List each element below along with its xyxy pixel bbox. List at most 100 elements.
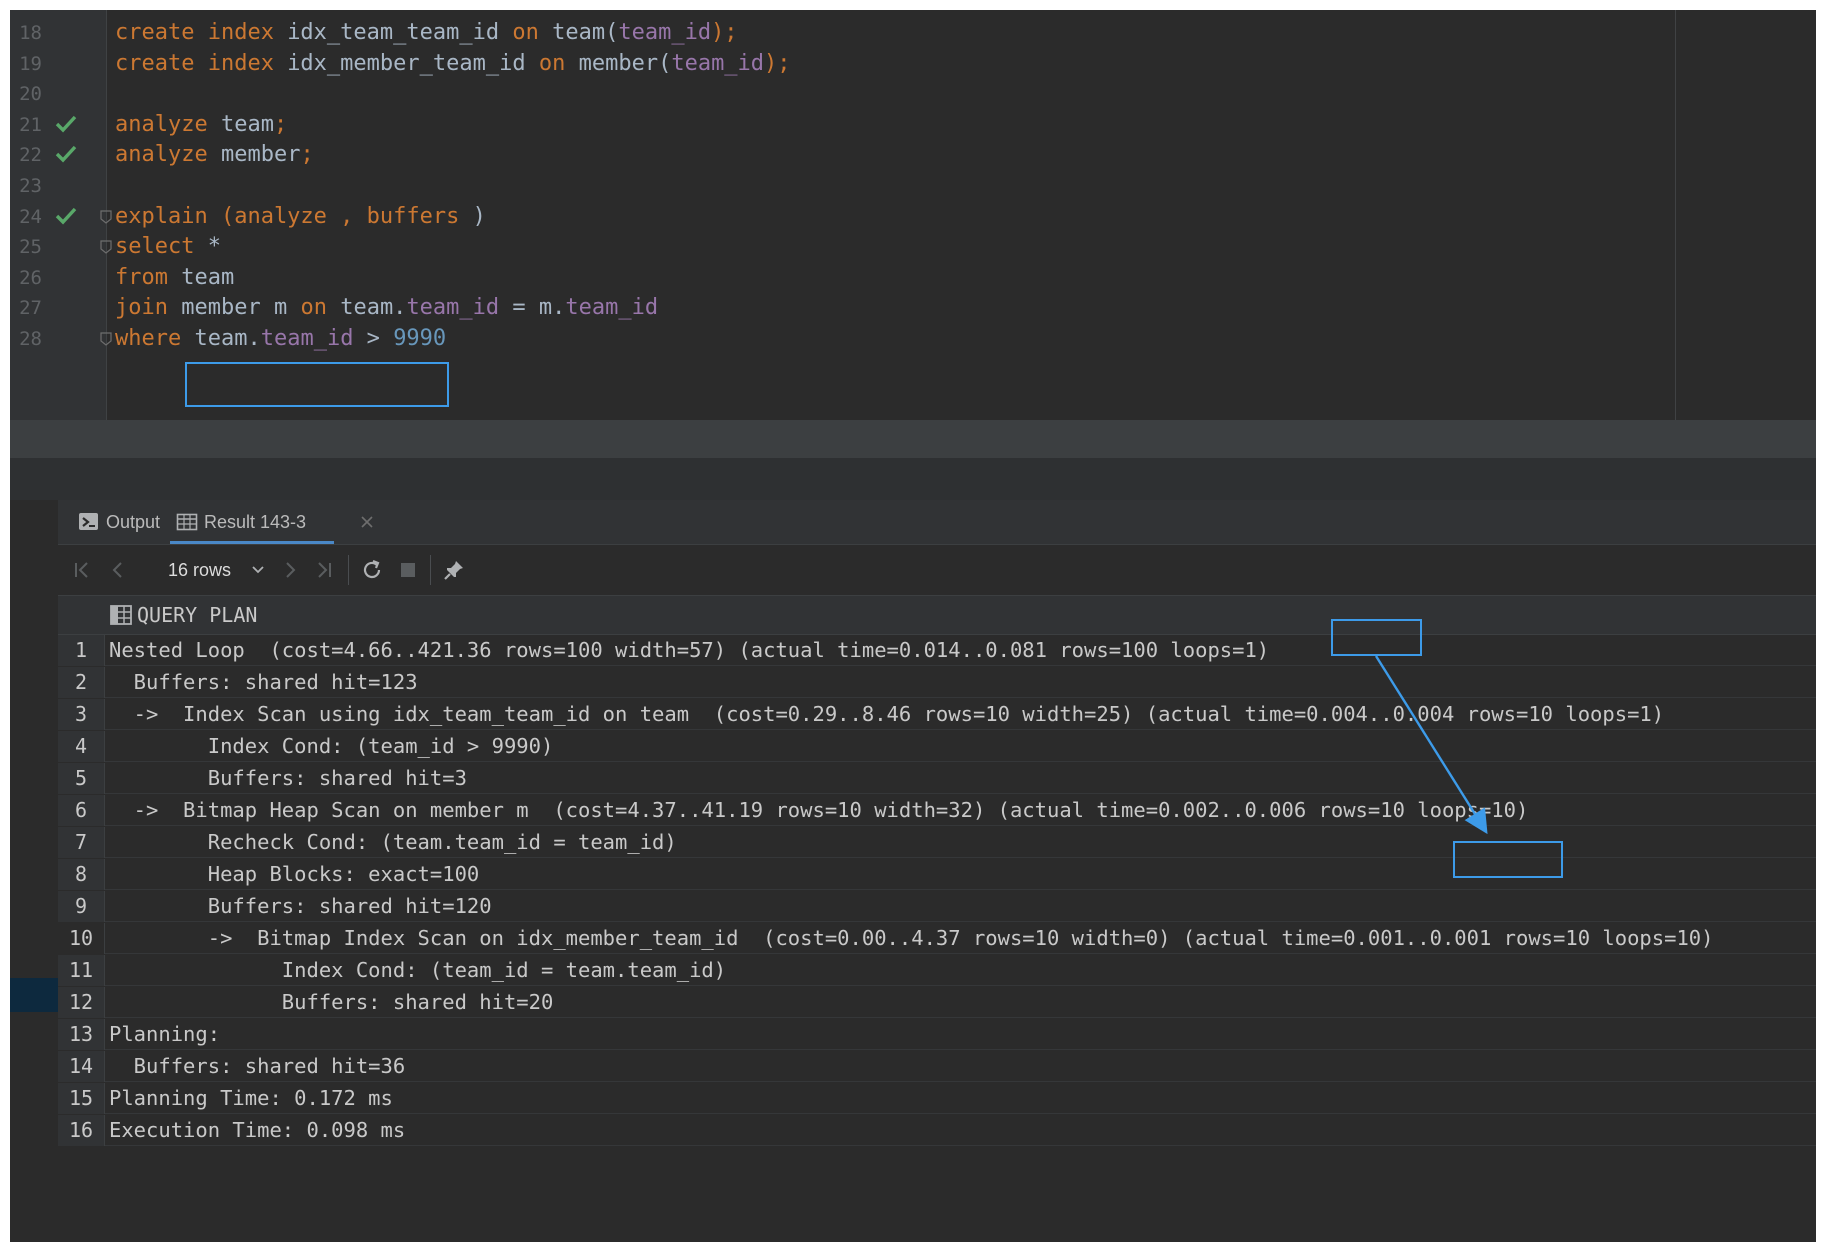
- table-row[interactable]: 6 -> Bitmap Heap Scan on member m (cost=…: [58, 795, 1816, 827]
- query-plan-cell[interactable]: -> Bitmap Index Scan on idx_member_team_…: [105, 923, 1816, 954]
- row-number[interactable]: 1: [58, 635, 105, 666]
- code-token: analyze: [115, 111, 221, 137]
- stop-icon[interactable]: [396, 558, 420, 582]
- query-plan-cell[interactable]: Buffers: shared hit=20: [105, 987, 1816, 1018]
- reload-icon[interactable]: [360, 558, 384, 582]
- code-token: );: [764, 50, 791, 76]
- table-row[interactable]: 9 Buffers: shared hit=120: [58, 891, 1816, 923]
- table-row[interactable]: 13 Planning:: [58, 1019, 1816, 1051]
- query-plan-cell[interactable]: Buffers: shared hit=36: [105, 1051, 1816, 1082]
- table-row[interactable]: 10 -> Bitmap Index Scan on idx_member_te…: [58, 923, 1816, 955]
- code-token: team_id: [260, 326, 354, 351]
- table-row[interactable]: 12 Buffers: shared hit=20: [58, 987, 1816, 1019]
- table-row[interactable]: 15 Planning Time: 0.172 ms: [58, 1083, 1816, 1115]
- row-number[interactable]: 5: [58, 763, 105, 794]
- code-token: member(: [578, 50, 672, 76]
- tab-result[interactable]: Result 143-3: [170, 500, 334, 544]
- fold-marker-icon[interactable]: [99, 209, 113, 225]
- check-icon: [55, 146, 77, 163]
- row-number[interactable]: 16: [58, 1115, 105, 1146]
- row-count-label: 16 rows: [168, 560, 232, 580]
- column-table-icon: [110, 605, 132, 625]
- code-token: on: [512, 20, 553, 45]
- tool-strip-selection: [10, 978, 58, 1012]
- first-page-icon[interactable]: [70, 558, 94, 582]
- grid-header: QUERY PLAN: [58, 596, 1816, 635]
- pin-icon[interactable]: [442, 558, 466, 582]
- code-token: ;: [300, 142, 314, 168]
- code-token: create index: [115, 20, 288, 45]
- row-number[interactable]: 7: [58, 827, 105, 858]
- code-token: team_id: [671, 50, 765, 76]
- query-plan-cell[interactable]: Execution Time: 0.098 ms: [105, 1115, 1816, 1146]
- toolbar-separator: [430, 555, 431, 585]
- result-tabs: Output Result 143-3: [58, 500, 1816, 545]
- table-icon: [176, 513, 198, 531]
- query-plan-cell[interactable]: Planning:: [105, 1019, 1816, 1050]
- row-number[interactable]: 13: [58, 1019, 105, 1050]
- query-plan-cell[interactable]: Planning Time: 0.172 ms: [105, 1083, 1816, 1114]
- code-token: );: [711, 20, 738, 45]
- table-row[interactable]: 4 Index Cond: (team_id > 9990): [58, 731, 1816, 763]
- code-token: team.: [340, 295, 407, 321]
- table-row[interactable]: 2 Buffers: shared hit=123: [58, 667, 1816, 699]
- query-plan-cell[interactable]: Buffers: shared hit=123: [105, 667, 1816, 698]
- row-number[interactable]: 6: [58, 795, 105, 826]
- panel-splitter[interactable]: [10, 420, 1816, 458]
- table-row[interactable]: 14 Buffers: shared hit=36: [58, 1051, 1816, 1083]
- code-token: idx_team_team_id: [287, 20, 513, 45]
- fold-marker-icon[interactable]: [99, 239, 113, 255]
- row-number[interactable]: 10: [58, 923, 105, 954]
- query-plan-cell[interactable]: Buffers: shared hit=120: [105, 891, 1816, 922]
- code-token: on: [538, 50, 579, 76]
- next-page-icon[interactable]: [278, 558, 302, 582]
- query-plan-cell[interactable]: Index Cond: (team_id > 9990): [105, 731, 1816, 762]
- close-tab-icon[interactable]: [360, 515, 374, 529]
- query-plan-cell[interactable]: Nested Loop (cost=4.66..421.36 rows=100 …: [105, 635, 1816, 666]
- active-tab-indicator: [170, 541, 334, 544]
- row-number[interactable]: 2: [58, 667, 105, 698]
- row-number[interactable]: 3: [58, 699, 105, 730]
- sql-editor[interactable]: 18 create index idx_team_team_id on team(…: [10, 10, 1816, 420]
- query-plan-cell[interactable]: Buffers: shared hit=3: [105, 763, 1816, 794]
- row-number[interactable]: 11: [58, 955, 105, 986]
- table-row[interactable]: 16 Execution Time: 0.098 ms: [58, 1115, 1816, 1147]
- code-token: = m.: [499, 295, 566, 321]
- query-plan-cell[interactable]: Index Cond: (team_id = team.team_id): [105, 955, 1816, 986]
- row-number[interactable]: 4: [58, 731, 105, 762]
- toolbar-separator: [348, 555, 349, 585]
- column-header-query-plan[interactable]: QUERY PLAN: [137, 596, 257, 634]
- code-token: from: [115, 264, 182, 290]
- row-number[interactable]: 12: [58, 987, 105, 1018]
- editor-line[interactable]: 28 where team.team_id > 9990: [10, 321, 1816, 357]
- fold-marker-icon[interactable]: [99, 331, 113, 347]
- table-row[interactable]: 5 Buffers: shared hit=3: [58, 763, 1816, 795]
- code-token: team: [181, 264, 235, 290]
- code-token: *: [207, 234, 221, 260]
- tab-output-label: Output: [106, 512, 161, 532]
- code-token: team_id: [406, 295, 500, 321]
- code-token: team(: [552, 20, 619, 45]
- tab-result-label: Result 143-3: [204, 512, 307, 532]
- prev-page-icon[interactable]: [106, 558, 130, 582]
- last-page-icon[interactable]: [312, 558, 336, 582]
- query-plan-grid: QUERY PLAN 1 Nested Loop (cost=4.66..421.…: [58, 596, 1816, 1242]
- code-token: on: [300, 295, 341, 321]
- table-row[interactable]: 3 -> Index Scan using idx_team_team_id o…: [58, 699, 1816, 731]
- code-token: idx_member_team_id: [287, 50, 539, 76]
- ide-window: 1 8 create index idx_team_team_id on team(…: [10, 10, 1816, 1242]
- code-token: 9990: [393, 326, 447, 351]
- check-icon: [55, 115, 77, 133]
- query-plan-cell[interactable]: -> Bitmap Heap Scan on member m (cost=4.…: [105, 795, 1816, 826]
- row-number[interactable]: 14: [58, 1051, 105, 1082]
- row-number[interactable]: 9: [58, 891, 105, 922]
- row-number[interactable]: 15: [58, 1083, 105, 1114]
- table-row[interactable]: 1 Nested Loop (cost=4.66..421.36 rows=100…: [58, 635, 1816, 667]
- loops-highlight: [1453, 841, 1563, 878]
- row-count-dropdown[interactable]: 16 rows: [168, 545, 264, 595]
- where-condition-highlight: [185, 362, 449, 407]
- code-token: join: [115, 295, 182, 321]
- query-plan-cell[interactable]: -> Index Scan using idx_team_team_id on …: [105, 699, 1816, 730]
- row-number[interactable]: 8: [58, 859, 105, 890]
- table-row[interactable]: 11 Index Cond: (team_id = team.team_id): [58, 955, 1816, 987]
